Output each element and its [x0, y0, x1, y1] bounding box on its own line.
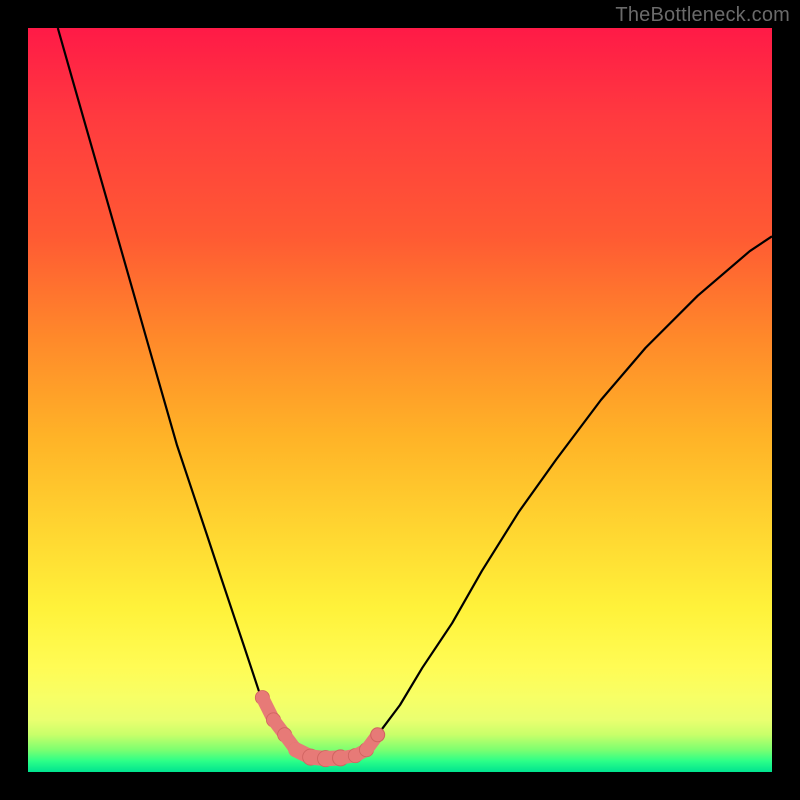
chart-frame: TheBottleneck.com — [0, 0, 800, 800]
marker-dot — [371, 728, 385, 742]
curve-layer — [28, 28, 772, 772]
plot-area — [28, 28, 772, 772]
watermark-text: TheBottleneck.com — [615, 4, 790, 27]
bottleneck-curve — [58, 28, 772, 759]
marker-group — [255, 691, 384, 767]
